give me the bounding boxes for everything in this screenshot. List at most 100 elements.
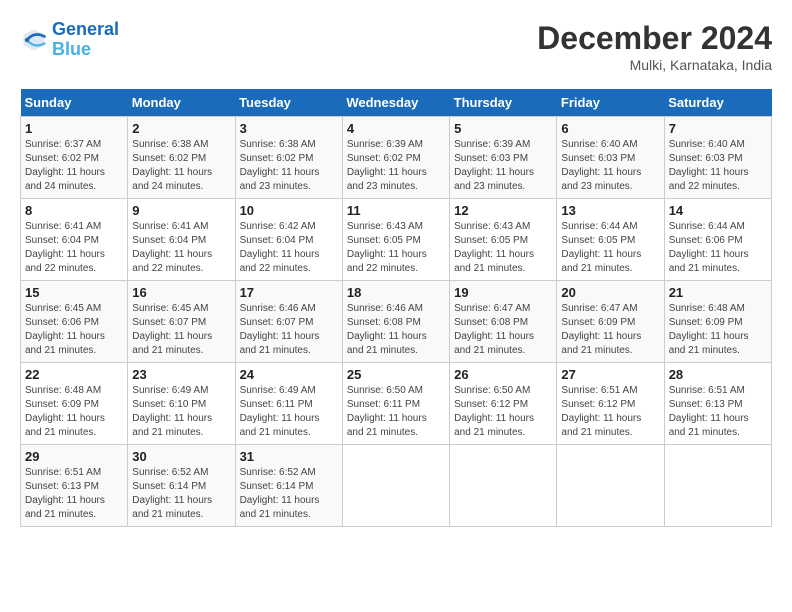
- day-number: 1: [25, 121, 123, 136]
- table-row: 6 Sunrise: 6:40 AM Sunset: 6:03 PM Daylig…: [557, 117, 664, 199]
- logo-text: General Blue: [52, 20, 119, 60]
- table-row: 23 Sunrise: 6:49 AM Sunset: 6:10 PM Dayli…: [128, 363, 235, 445]
- table-row: 12 Sunrise: 6:43 AM Sunset: 6:05 PM Dayli…: [450, 199, 557, 281]
- table-row: [342, 445, 449, 527]
- day-info: Sunrise: 6:46 AM Sunset: 6:07 PM Dayligh…: [240, 302, 338, 358]
- calendar-header-row: Sunday Monday Tuesday Wednesday Thursday…: [21, 89, 772, 117]
- table-row: 11Sunrise: 6:43 AM Sunset: 6:05 PM Dayli…: [342, 199, 449, 281]
- table-row: 24 Sunrise: 6:49 AM Sunset: 6:11 PM Dayli…: [235, 363, 342, 445]
- day-info: Sunrise: 6:39 AM Sunset: 6:03 PM Dayligh…: [454, 138, 552, 194]
- table-row: 27Sunrise: 6:51 AM Sunset: 6:12 PM Dayli…: [557, 363, 664, 445]
- table-row: 19 Sunrise: 6:47 AM Sunset: 6:08 PM Dayli…: [450, 281, 557, 363]
- table-row: 3 Sunrise: 6:38 AM Sunset: 6:02 PM Daylig…: [235, 117, 342, 199]
- day-number: 29: [25, 449, 123, 464]
- day-number: 14: [669, 203, 767, 218]
- calendar-week-row: 15Sunrise: 6:45 AM Sunset: 6:06 PM Dayli…: [21, 281, 772, 363]
- table-row: 13 Sunrise: 6:44 AM Sunset: 6:05 PM Dayli…: [557, 199, 664, 281]
- day-number: 26: [454, 367, 552, 382]
- day-info: Sunrise: 6:38 AM Sunset: 6:02 PM Dayligh…: [240, 138, 338, 194]
- table-row: 15Sunrise: 6:45 AM Sunset: 6:06 PM Dayli…: [21, 281, 128, 363]
- day-number: 31: [240, 449, 338, 464]
- day-number: 24: [240, 367, 338, 382]
- header-saturday: Saturday: [664, 89, 771, 117]
- day-number: 3: [240, 121, 338, 136]
- day-info: Sunrise: 6:50 AM Sunset: 6:12 PM Dayligh…: [454, 384, 552, 440]
- day-info: Sunrise: 6:51 AM Sunset: 6:13 PM Dayligh…: [25, 466, 123, 522]
- table-row: 18 Sunrise: 6:46 AM Sunset: 6:08 PM Dayli…: [342, 281, 449, 363]
- table-row: 28 Sunrise: 6:51 AM Sunset: 6:13 PM Dayli…: [664, 363, 771, 445]
- header-tuesday: Tuesday: [235, 89, 342, 117]
- day-info: Sunrise: 6:48 AM Sunset: 6:09 PM Dayligh…: [25, 384, 123, 440]
- day-number: 25: [347, 367, 445, 382]
- day-number: 16: [132, 285, 230, 300]
- day-number: 20: [561, 285, 659, 300]
- table-row: 20 Sunrise: 6:47 AM Sunset: 6:09 PM Dayli…: [557, 281, 664, 363]
- table-row: 7Sunrise: 6:40 AM Sunset: 6:03 PM Daylig…: [664, 117, 771, 199]
- day-info: Sunrise: 6:47 AM Sunset: 6:09 PM Dayligh…: [561, 302, 659, 358]
- table-row: [664, 445, 771, 527]
- day-info: Sunrise: 6:42 AM Sunset: 6:04 PM Dayligh…: [240, 220, 338, 276]
- table-row: 14 Sunrise: 6:44 AM Sunset: 6:06 PM Dayli…: [664, 199, 771, 281]
- day-info: Sunrise: 6:52 AM Sunset: 6:14 PM Dayligh…: [240, 466, 338, 522]
- day-info: Sunrise: 6:39 AM Sunset: 6:02 PM Dayligh…: [347, 138, 445, 194]
- calendar-week-row: 8Sunrise: 6:41 AM Sunset: 6:04 PM Daylig…: [21, 199, 772, 281]
- day-number: 18: [347, 285, 445, 300]
- table-row: 31 Sunrise: 6:52 AM Sunset: 6:14 PM Dayli…: [235, 445, 342, 527]
- day-number: 2: [132, 121, 230, 136]
- day-info: Sunrise: 6:47 AM Sunset: 6:08 PM Dayligh…: [454, 302, 552, 358]
- header-friday: Friday: [557, 89, 664, 117]
- table-row: 1 Sunrise: 6:37 AM Sunset: 6:02 PM Daylig…: [21, 117, 128, 199]
- day-info: Sunrise: 6:37 AM Sunset: 6:02 PM Dayligh…: [25, 138, 123, 194]
- day-number: 23: [132, 367, 230, 382]
- day-number: 17: [240, 285, 338, 300]
- table-row: 5Sunrise: 6:39 AM Sunset: 6:03 PM Daylig…: [450, 117, 557, 199]
- day-info: Sunrise: 6:46 AM Sunset: 6:08 PM Dayligh…: [347, 302, 445, 358]
- table-row: 8Sunrise: 6:41 AM Sunset: 6:04 PM Daylig…: [21, 199, 128, 281]
- day-info: Sunrise: 6:43 AM Sunset: 6:05 PM Dayligh…: [347, 220, 445, 276]
- day-number: 6: [561, 121, 659, 136]
- day-number: 12: [454, 203, 552, 218]
- day-info: Sunrise: 6:40 AM Sunset: 6:03 PM Dayligh…: [669, 138, 767, 194]
- day-info: Sunrise: 6:51 AM Sunset: 6:12 PM Dayligh…: [561, 384, 659, 440]
- table-row: 10 Sunrise: 6:42 AM Sunset: 6:04 PM Dayli…: [235, 199, 342, 281]
- day-number: 9: [132, 203, 230, 218]
- day-info: Sunrise: 6:41 AM Sunset: 6:04 PM Dayligh…: [132, 220, 230, 276]
- calendar-week-row: 29 Sunrise: 6:51 AM Sunset: 6:13 PM Dayli…: [21, 445, 772, 527]
- day-number: 28: [669, 367, 767, 382]
- table-row: 29 Sunrise: 6:51 AM Sunset: 6:13 PM Dayli…: [21, 445, 128, 527]
- calendar-table: Sunday Monday Tuesday Wednesday Thursday…: [20, 89, 772, 527]
- table-row: 26 Sunrise: 6:50 AM Sunset: 6:12 PM Dayli…: [450, 363, 557, 445]
- day-info: Sunrise: 6:45 AM Sunset: 6:06 PM Dayligh…: [25, 302, 123, 358]
- table-row: 4 Sunrise: 6:39 AM Sunset: 6:02 PM Daylig…: [342, 117, 449, 199]
- day-info: Sunrise: 6:44 AM Sunset: 6:06 PM Dayligh…: [669, 220, 767, 276]
- day-info: Sunrise: 6:38 AM Sunset: 6:02 PM Dayligh…: [132, 138, 230, 194]
- day-number: 4: [347, 121, 445, 136]
- table-row: 25Sunrise: 6:50 AM Sunset: 6:11 PM Dayli…: [342, 363, 449, 445]
- table-row: 16Sunrise: 6:45 AM Sunset: 6:07 PM Dayli…: [128, 281, 235, 363]
- day-number: 10: [240, 203, 338, 218]
- table-row: 22Sunrise: 6:48 AM Sunset: 6:09 PM Dayli…: [21, 363, 128, 445]
- calendar-week-row: 1 Sunrise: 6:37 AM Sunset: 6:02 PM Daylig…: [21, 117, 772, 199]
- title-block: December 2024 Mulki, Karnataka, India: [537, 20, 772, 73]
- table-row: [557, 445, 664, 527]
- header-thursday: Thursday: [450, 89, 557, 117]
- day-number: 21: [669, 285, 767, 300]
- day-info: Sunrise: 6:52 AM Sunset: 6:14 PM Dayligh…: [132, 466, 230, 522]
- day-info: Sunrise: 6:49 AM Sunset: 6:10 PM Dayligh…: [132, 384, 230, 440]
- table-row: 9 Sunrise: 6:41 AM Sunset: 6:04 PM Daylig…: [128, 199, 235, 281]
- month-title: December 2024: [537, 20, 772, 57]
- day-info: Sunrise: 6:44 AM Sunset: 6:05 PM Dayligh…: [561, 220, 659, 276]
- day-number: 30: [132, 449, 230, 464]
- logo: General Blue: [20, 20, 119, 60]
- day-info: Sunrise: 6:51 AM Sunset: 6:13 PM Dayligh…: [669, 384, 767, 440]
- day-info: Sunrise: 6:43 AM Sunset: 6:05 PM Dayligh…: [454, 220, 552, 276]
- day-number: 13: [561, 203, 659, 218]
- table-row: [450, 445, 557, 527]
- header-wednesday: Wednesday: [342, 89, 449, 117]
- location-subtitle: Mulki, Karnataka, India: [537, 57, 772, 73]
- day-info: Sunrise: 6:40 AM Sunset: 6:03 PM Dayligh…: [561, 138, 659, 194]
- header-monday: Monday: [128, 89, 235, 117]
- day-number: 19: [454, 285, 552, 300]
- day-info: Sunrise: 6:49 AM Sunset: 6:11 PM Dayligh…: [240, 384, 338, 440]
- day-info: Sunrise: 6:41 AM Sunset: 6:04 PM Dayligh…: [25, 220, 123, 276]
